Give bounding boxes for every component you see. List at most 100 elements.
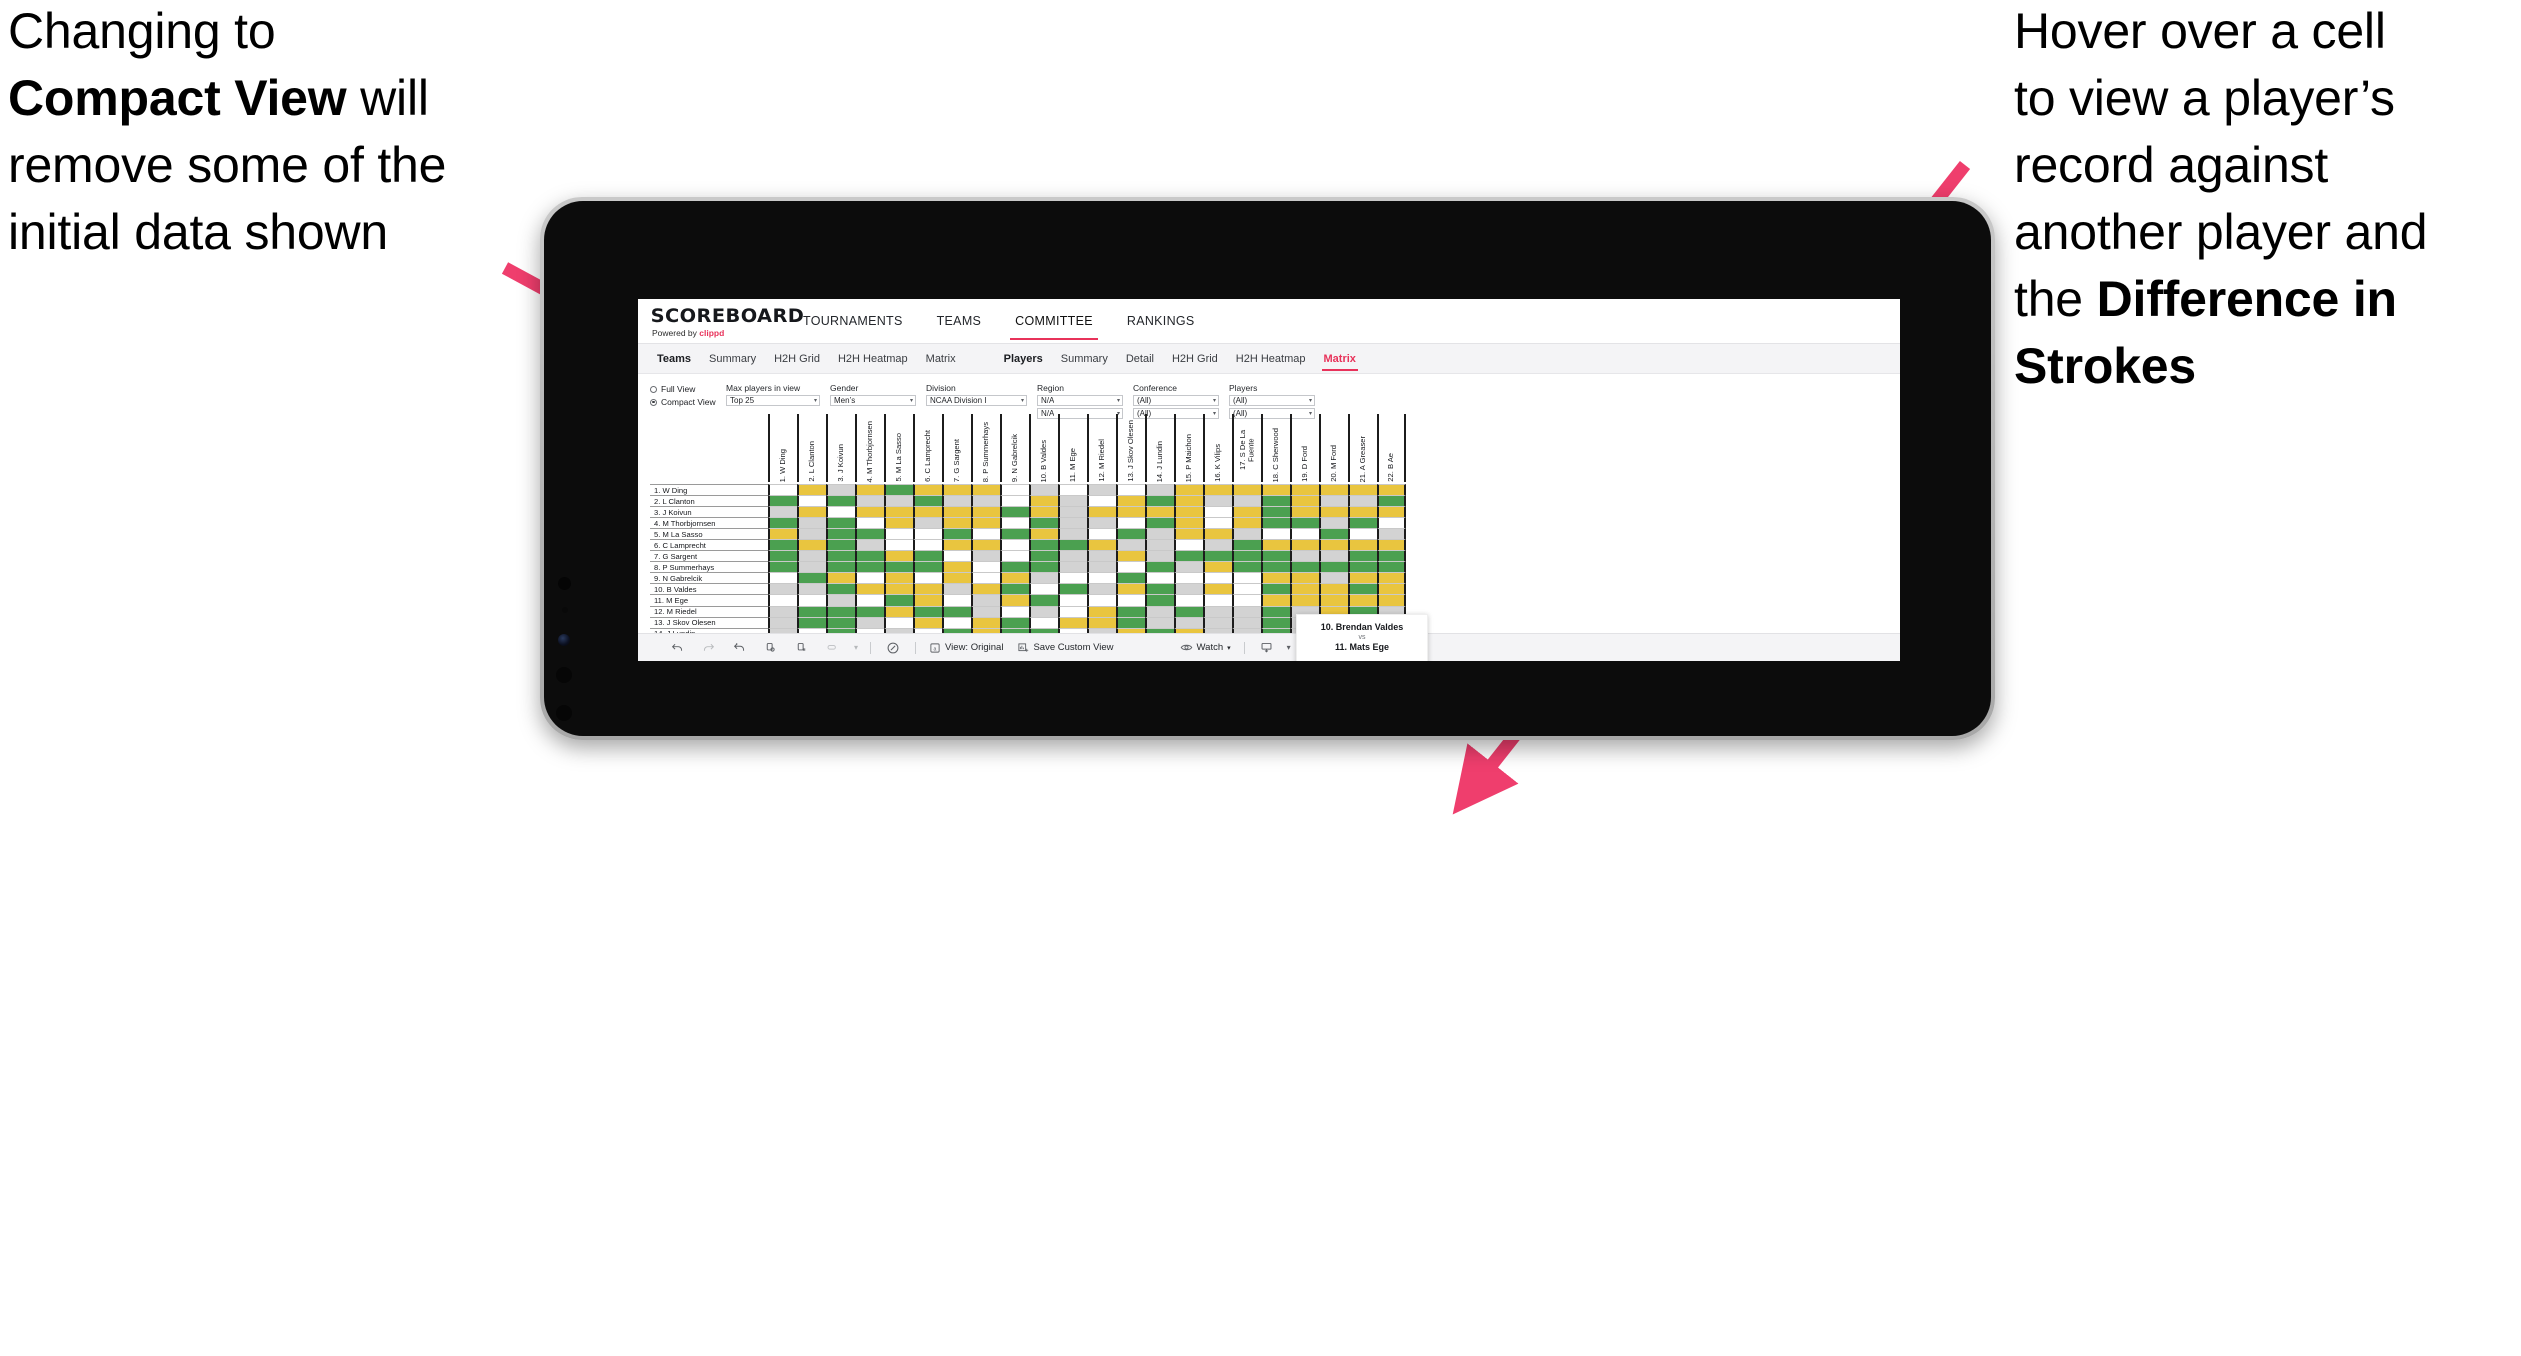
matrix-cell[interactable] (1319, 528, 1348, 540)
matrix-cell[interactable] (1058, 495, 1087, 507)
matrix-cell[interactable] (971, 616, 1000, 628)
matrix-cell[interactable] (1261, 594, 1290, 606)
matrix-cell[interactable] (1348, 495, 1377, 507)
radio-compact-view[interactable]: Compact View (650, 397, 726, 407)
matrix-cell[interactable] (826, 506, 855, 518)
matrix-cell[interactable] (1232, 517, 1261, 529)
matrix-cell[interactable] (1203, 517, 1232, 529)
chevron-down-icon[interactable]: ▾ (1213, 397, 1216, 404)
matrix-cell[interactable] (1174, 528, 1203, 540)
matrix-row-header[interactable]: 9. N Gabrelcik (650, 572, 768, 583)
matrix-cell[interactable] (913, 495, 942, 507)
matrix-col-header[interactable]: 16. K Vilips (1203, 414, 1232, 482)
matrix-cell[interactable] (1203, 528, 1232, 540)
matrix-cell[interactable] (1203, 550, 1232, 562)
matrix-col-header[interactable]: 1. W Ding (768, 414, 797, 482)
select-gender[interactable]: Men’s ▾ (830, 395, 916, 406)
matrix-cell[interactable] (1174, 506, 1203, 518)
matrix-cell[interactable] (1319, 506, 1348, 518)
matrix-col-header[interactable]: 15. P Maichon (1174, 414, 1203, 482)
matrix-cell[interactable] (1000, 572, 1029, 584)
matrix-cell[interactable] (1203, 506, 1232, 518)
matrix-row-header[interactable]: 12. M Riedel (650, 605, 768, 617)
matrix-cell[interactable] (971, 550, 1000, 562)
matrix-col-header[interactable]: 2. L Clanton (797, 414, 826, 482)
matrix-cell[interactable] (1232, 572, 1261, 584)
matrix-cell[interactable] (1087, 528, 1116, 540)
matrix-cell[interactable] (855, 495, 884, 507)
matrix-cell[interactable] (1116, 605, 1145, 617)
matrix-cell[interactable] (1029, 616, 1058, 628)
matrix-cell[interactable] (1348, 528, 1377, 540)
matrix-cell[interactable] (1116, 517, 1145, 529)
tab-teams-h2h-heatmap[interactable]: H2H Heatmap (829, 353, 917, 365)
matrix-cell[interactable] (1319, 539, 1348, 551)
nav-item-rankings[interactable]: RANKINGS (1110, 299, 1212, 343)
matrix-cell[interactable] (1000, 528, 1029, 540)
matrix-col-header[interactable]: 17. S De La Fuente (1232, 414, 1261, 482)
matrix-cell[interactable] (1116, 484, 1145, 496)
pause-updates-icon[interactable] (786, 634, 817, 662)
matrix-cell[interactable] (1174, 616, 1203, 628)
matrix-row-header[interactable]: 10. B Valdes (650, 583, 768, 594)
matrix-cell[interactable] (1319, 550, 1348, 562)
matrix-cell[interactable] (1000, 484, 1029, 496)
matrix-cell[interactable] (1000, 517, 1029, 529)
matrix-cell[interactable] (855, 572, 884, 584)
matrix-cell[interactable] (1377, 528, 1406, 540)
device-preview-icon[interactable] (1251, 634, 1282, 662)
matrix-cell[interactable] (1232, 583, 1261, 595)
matrix-cell[interactable] (1058, 550, 1087, 562)
matrix-cell[interactable] (1000, 550, 1029, 562)
matrix-cell[interactable] (971, 528, 1000, 540)
matrix-cell[interactable] (855, 484, 884, 496)
matrix-cell[interactable] (1116, 506, 1145, 518)
matrix-cell[interactable] (1058, 583, 1087, 595)
matrix-cell[interactable] (1087, 539, 1116, 551)
matrix-cell[interactable] (1348, 484, 1377, 496)
dashboard-toggle-caret-icon[interactable]: ▾ (848, 634, 864, 662)
matrix-cell[interactable] (1261, 495, 1290, 507)
matrix-cell[interactable] (913, 572, 942, 584)
matrix-cell[interactable] (1145, 583, 1174, 595)
matrix-cell[interactable] (942, 539, 971, 551)
matrix-cell[interactable] (1145, 539, 1174, 551)
matrix-cell[interactable] (1261, 605, 1290, 617)
matrix-cell[interactable] (942, 561, 971, 573)
matrix-cell[interactable] (971, 561, 1000, 573)
matrix-cell[interactable] (855, 605, 884, 617)
matrix-cell[interactable] (797, 605, 826, 617)
matrix-cell[interactable] (826, 550, 855, 562)
matrix-cell[interactable] (1174, 495, 1203, 507)
matrix-cell[interactable] (1087, 605, 1116, 617)
matrix-cell[interactable] (884, 594, 913, 606)
matrix-cell[interactable] (855, 539, 884, 551)
matrix-cell[interactable] (1000, 583, 1029, 595)
matrix-cell[interactable] (1058, 539, 1087, 551)
matrix-cell[interactable] (971, 484, 1000, 496)
matrix-row-header[interactable]: 11. M Ege (650, 594, 768, 605)
matrix-cell[interactable] (1145, 594, 1174, 606)
matrix-cell[interactable] (855, 528, 884, 540)
matrix-row-header[interactable]: 13. J Skov Olesen (650, 616, 768, 628)
tab-teams-h2h-grid[interactable]: H2H Grid (765, 353, 829, 365)
matrix-cell[interactable] (1377, 517, 1406, 529)
matrix-col-header[interactable]: 19. D Ford (1290, 414, 1319, 482)
matrix-cell[interactable] (913, 506, 942, 518)
matrix-cell[interactable] (1290, 495, 1319, 507)
matrix-cell[interactable] (826, 495, 855, 507)
matrix-cell[interactable] (855, 506, 884, 518)
undo-icon[interactable] (662, 634, 693, 662)
matrix-cell[interactable] (1029, 495, 1058, 507)
matrix-cell[interactable] (1319, 572, 1348, 584)
matrix-cell[interactable] (768, 561, 797, 573)
matrix-cell[interactable] (1319, 583, 1348, 595)
matrix-cell[interactable] (1377, 550, 1406, 562)
matrix-cell[interactable] (1058, 605, 1087, 617)
radio-full-view[interactable]: Full View (650, 384, 726, 394)
matrix-cell[interactable] (884, 539, 913, 551)
matrix-cell[interactable] (1000, 605, 1029, 617)
matrix-cell[interactable] (1029, 539, 1058, 551)
matrix-cell[interactable] (971, 517, 1000, 529)
matrix-cell[interactable] (768, 539, 797, 551)
